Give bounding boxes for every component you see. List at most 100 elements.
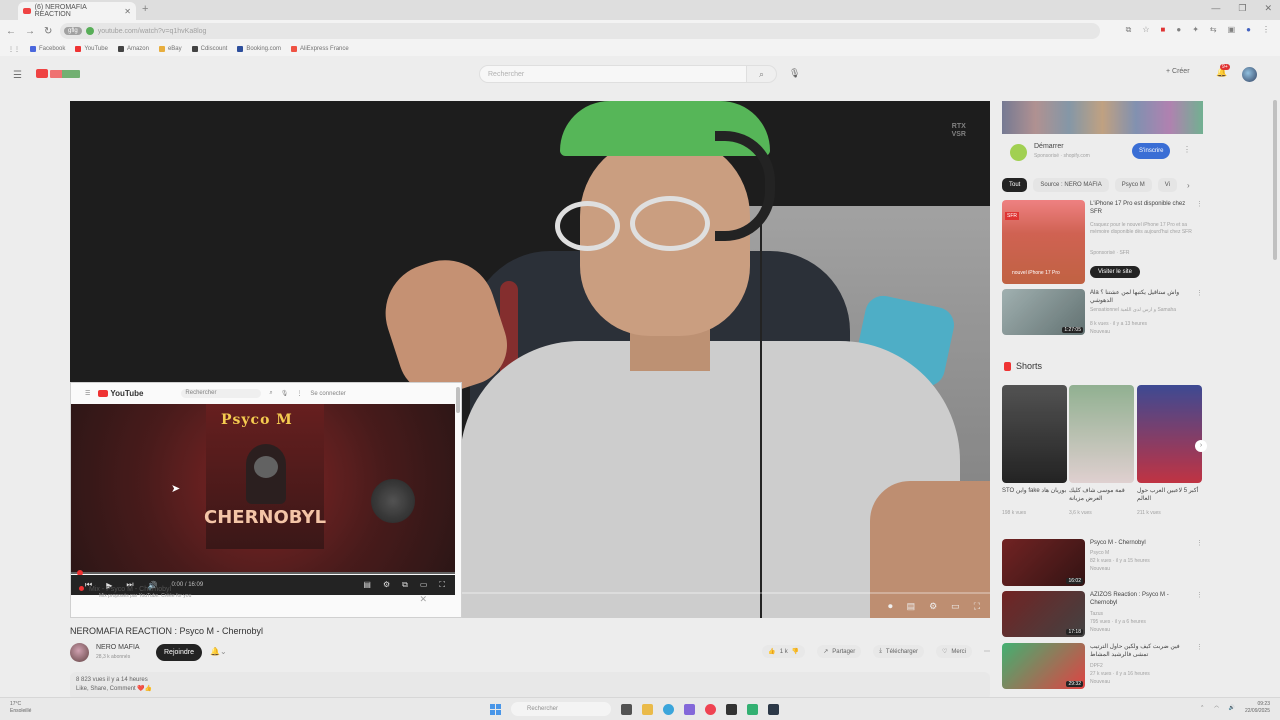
close-icon[interactable]: ✕ bbox=[419, 594, 427, 605]
weather-widget[interactable]: 17°C Ensoleillé bbox=[10, 701, 31, 715]
chevron-right-icon[interactable]: › bbox=[1195, 440, 1207, 452]
reload-icon[interactable]: ↻ bbox=[44, 26, 52, 37]
settings-icon[interactable]: ⚙ bbox=[929, 601, 937, 612]
bookmark-item[interactable]: eBay bbox=[158, 46, 182, 52]
ad-title[interactable]: Démarrer bbox=[1034, 143, 1064, 150]
share-button[interactable]: ↗ Partager bbox=[817, 645, 862, 658]
bookmark-item[interactable]: Amazon bbox=[117, 46, 149, 52]
mini-scrollbar[interactable] bbox=[456, 387, 460, 413]
recommendation-title[interactable]: AZIZOS Reaction : Psyco M - Chernobyl bbox=[1090, 591, 1195, 607]
recommendation-title[interactable]: فين ضربت كيف ولكين حاول الترتيب تمشى فال… bbox=[1090, 643, 1195, 659]
mini-video-frame[interactable]: Psyco M CHERNOBYL ➤ ⏮ ▶ ⏭ 🔊 0:00 / 16:09… bbox=[71, 404, 455, 595]
back-icon[interactable]: ← bbox=[6, 26, 16, 37]
edge-icon[interactable] bbox=[663, 703, 674, 715]
account-avatar[interactable] bbox=[1242, 67, 1257, 82]
hamburger-menu-icon[interactable]: ☰ bbox=[13, 70, 22, 81]
apps-icon[interactable]: ⋮⋮ bbox=[8, 46, 20, 53]
playlist-title[interactable]: Mix - Psyco M - Chernobyl bbox=[89, 586, 171, 593]
forward-icon[interactable]: → bbox=[25, 26, 35, 37]
search-button[interactable]: ⌕ bbox=[747, 65, 777, 83]
subtitles-icon[interactable]: ▤ bbox=[907, 601, 916, 612]
chip-all[interactable]: Tout bbox=[1002, 178, 1028, 192]
recommendation-channel[interactable]: DPF2 bbox=[1090, 663, 1103, 670]
mini-playlist-panel[interactable]: Mix - Psyco M - Chernobyl Mix proposés p… bbox=[71, 586, 455, 616]
mini-progress-bar[interactable] bbox=[71, 570, 455, 576]
chevron-right-icon[interactable]: › bbox=[1187, 181, 1190, 190]
mini-search-input[interactable]: Rechercher bbox=[181, 389, 262, 398]
hamburger-menu-icon[interactable]: ☰ bbox=[85, 390, 90, 397]
bookmark-item[interactable]: Facebook bbox=[30, 46, 65, 52]
join-button[interactable]: Rejoindre bbox=[156, 644, 202, 661]
file-explorer-icon[interactable] bbox=[642, 703, 653, 715]
recommendation-item[interactable]: 16:02 Psyco M - Chernobyl Psyco M 82 k v… bbox=[1002, 539, 1207, 587]
recommendation-title[interactable]: Ala واش ستاقيل يكتبها لمن عشتنا ؟ الدهوش… bbox=[1090, 289, 1195, 305]
theater-mode-icon[interactable]: ▭ bbox=[951, 601, 960, 612]
app-icon[interactable] bbox=[726, 703, 737, 715]
signin-button[interactable]: Se connecter bbox=[310, 391, 345, 397]
bookmark-item[interactable]: Booking.com bbox=[237, 46, 281, 52]
voice-search-icon[interactable]: 🎙 bbox=[789, 68, 800, 79]
minimize-icon[interactable]: — bbox=[1211, 3, 1220, 14]
sponsored-banner[interactable] bbox=[1002, 101, 1203, 134]
site-info-icon[interactable] bbox=[85, 27, 94, 35]
chip-source[interactable]: Source : NERO MAFIA bbox=[1033, 178, 1109, 192]
short-thumbnail[interactable] bbox=[1137, 385, 1202, 483]
recommendation-channel[interactable]: Psyco M bbox=[1090, 550, 1109, 557]
page-scrollbar[interactable] bbox=[1273, 100, 1277, 260]
bookmark-item[interactable]: Cdiscount bbox=[191, 46, 227, 52]
url-chip[interactable]: gflg bbox=[64, 27, 82, 35]
channel-name[interactable]: NERO MAFIA bbox=[96, 644, 140, 651]
more-actions-icon[interactable]: ⋯ bbox=[984, 648, 990, 655]
short-thumbnail[interactable] bbox=[1069, 385, 1134, 483]
app-icon[interactable] bbox=[747, 703, 758, 715]
kebab-menu-icon[interactable]: ⋮ bbox=[1196, 289, 1203, 297]
youtube-logo[interactable] bbox=[36, 69, 80, 78]
steam-icon[interactable] bbox=[768, 703, 779, 715]
search-icon[interactable]: ⌕ bbox=[269, 390, 272, 397]
kebab-menu-icon[interactable]: ⋮ bbox=[1196, 539, 1203, 547]
extension-icon[interactable]: ■ bbox=[1161, 25, 1166, 35]
recommendation-thumbnail[interactable]: 1:27:05 bbox=[1002, 289, 1085, 335]
recommendation-ad[interactable]: SFR nouvel iPhone 17 Pro L'iPhone 17 Pro… bbox=[1002, 200, 1207, 288]
recommendation-thumbnail[interactable]: 16:02 bbox=[1002, 539, 1085, 586]
recommendation-channel[interactable]: Tazus bbox=[1090, 611, 1103, 618]
create-button[interactable]: + Créer bbox=[1166, 68, 1190, 75]
app-icon[interactable] bbox=[684, 703, 695, 715]
clock[interactable]: 09:23 22/09/2025 bbox=[1245, 701, 1270, 715]
install-icon[interactable]: ⧉ bbox=[1126, 25, 1132, 35]
chip-more[interactable]: Vi bbox=[1157, 178, 1177, 192]
voice-search-icon[interactable]: 🎙 bbox=[281, 390, 289, 397]
like-button[interactable]: 👍 1 k 👎 bbox=[762, 645, 806, 658]
short-title[interactable]: قمة موسى شاف كليك العرض مزيانة bbox=[1069, 487, 1134, 503]
channel-avatar[interactable] bbox=[70, 643, 89, 662]
thumbs-down-icon[interactable]: 👎 bbox=[792, 648, 799, 655]
task-view-icon[interactable] bbox=[621, 703, 632, 715]
kebab-menu-icon[interactable]: ⋮ bbox=[1196, 200, 1203, 208]
fullscreen-icon[interactable]: ⛶ bbox=[974, 601, 980, 612]
bookmark-item[interactable]: YouTube bbox=[75, 46, 108, 52]
bell-icon[interactable]: 🔔⌄ bbox=[210, 647, 227, 656]
extension-icon[interactable]: ▣ bbox=[1228, 25, 1236, 35]
recommendation-item[interactable]: 17:18 AZIZOS Reaction : Psyco M - Cherno… bbox=[1002, 591, 1207, 639]
description-box[interactable]: 8 823 vues il y a 14 heures Like, Share,… bbox=[70, 672, 990, 700]
visit-site-button[interactable]: Visiter le site bbox=[1090, 266, 1140, 278]
bookmark-item[interactable]: AliExpress France bbox=[291, 46, 349, 52]
kebab-menu-icon[interactable]: ⋮ bbox=[1183, 145, 1191, 154]
close-tab-icon[interactable]: ✕ bbox=[124, 7, 131, 16]
puzzle-icon[interactable]: ✦ bbox=[1192, 25, 1199, 35]
mini-youtube-logo[interactable]: YouTube bbox=[98, 389, 143, 398]
mini-player-window[interactable]: ☰ YouTube Rechercher ⌕ 🎙 ⋮ Se connecter … bbox=[70, 382, 462, 618]
wifi-icon[interactable]: ◠ bbox=[1214, 705, 1218, 711]
short-title[interactable]: أكبر 5 لاعبين العرب حول العالم bbox=[1137, 487, 1202, 503]
search-input[interactable]: Rechercher bbox=[479, 65, 747, 83]
kebab-menu-icon[interactable]: ⋮ bbox=[1262, 25, 1270, 35]
new-tab-button[interactable]: + bbox=[142, 3, 148, 15]
recommendation-thumbnail[interactable]: SFR nouvel iPhone 17 Pro bbox=[1002, 200, 1085, 284]
recommendation-title[interactable]: Psyco M - Chernobyl bbox=[1090, 539, 1195, 547]
start-button[interactable] bbox=[490, 703, 501, 715]
volume-icon[interactable]: 🔊 bbox=[1229, 705, 1235, 711]
thanks-button[interactable]: ♡ Merci bbox=[935, 645, 972, 658]
notifications-button[interactable]: 🔔 9+ bbox=[1216, 64, 1230, 78]
taskbar-search-input[interactable]: Rechercher bbox=[511, 702, 611, 716]
recommendation-item[interactable]: 29:32 فين ضربت كيف ولكين حاول الترتيب تم… bbox=[1002, 643, 1207, 691]
